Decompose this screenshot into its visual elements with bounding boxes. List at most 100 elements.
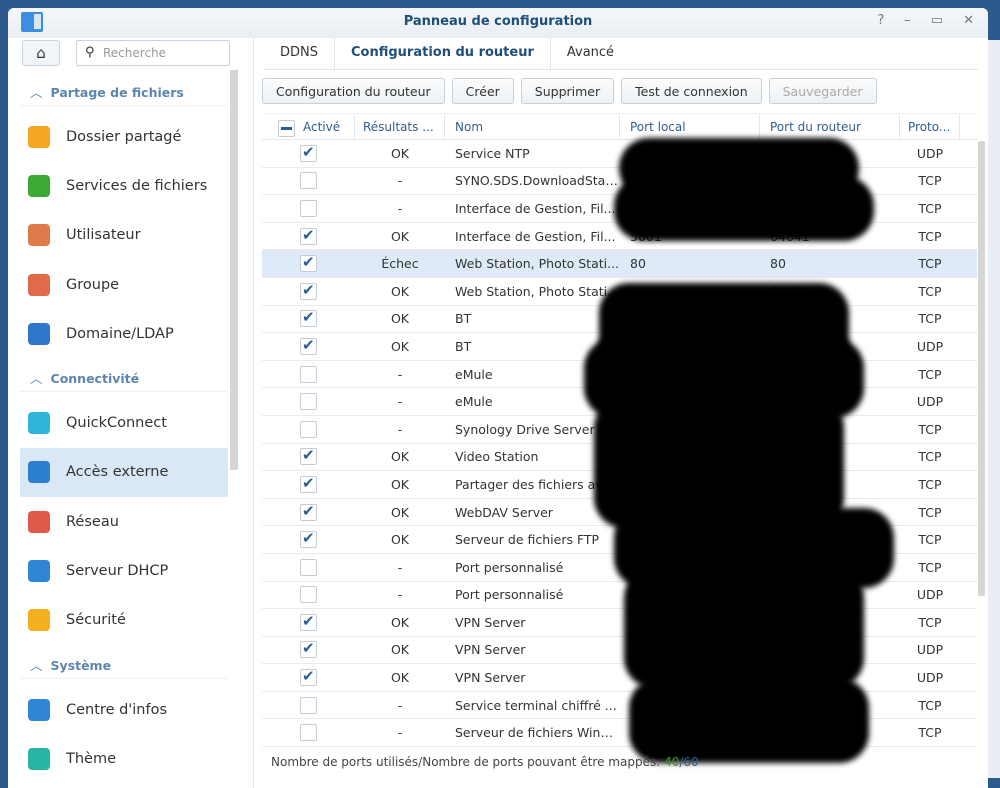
tab[interactable]: Configuration du routeur [335,38,551,69]
toolbar-button[interactable]: Créer [451,78,514,104]
sidebar-item[interactable]: Serveur DHCP [20,546,228,595]
name-cell: Port personnalisé [455,559,564,575]
security-shield-icon [28,609,50,632]
external-access-icon [28,461,50,484]
enabled-checkbox[interactable] [300,667,317,687]
select-all-checkbox[interactable] [278,120,295,137]
enabled-checkbox[interactable] [300,143,317,162]
sidebar-item[interactable]: Thème [20,734,228,783]
help-button[interactable]: ? [877,13,884,28]
enabled-checkbox[interactable] [300,724,317,742]
table-row[interactable]: - Serveur de fichiers Wind... TCP [262,719,977,748]
close-button[interactable]: ✕ [963,13,974,28]
ports-total: /60 [679,755,699,769]
chevron-up-icon: ︿ [30,657,43,673]
name-cell: Service terminal chiffré ... [455,697,617,713]
enabled-checkbox[interactable] [300,420,317,438]
protocol-cell: TCP [918,200,942,216]
toolbar-button[interactable]: Configuration du routeur [262,78,445,104]
section-header[interactable]: ︿ Connectivité [20,358,228,393]
toolbar-button[interactable]: Supprimer [520,78,615,104]
enabled-checkbox[interactable] [300,199,317,217]
enabled-checkbox[interactable] [300,365,317,383]
enabled-checkbox[interactable] [300,281,317,300]
header-enabled[interactable]: Activé [262,114,355,139]
toolbar-button[interactable]: Test de connexion [621,78,762,104]
tab[interactable]: Avancé [551,38,630,69]
result-cell: OK [390,228,410,244]
enabled-checkbox[interactable] [300,696,317,714]
enabled-checkbox[interactable] [300,226,317,245]
header-local-port[interactable]: Port local [620,114,760,139]
enabled-checkbox[interactable] [300,502,317,521]
home-button[interactable]: ⌂ [22,40,60,66]
tab[interactable]: DDNS [264,38,335,69]
search-input[interactable]: ⚲ Recherche [76,40,230,66]
table-scrollbar[interactable] [978,141,985,596]
result-cell: OK [390,283,410,299]
sidebar-item[interactable]: Centre d'infos [20,685,228,734]
enabled-checkbox[interactable] [300,586,317,604]
protocol-cell: TCP [918,449,942,465]
chevron-up-icon: ︿ [30,371,43,387]
tab-bar: DDNS Configuration du routeur Avancé [264,38,978,70]
sidebar-item[interactable]: Services de fichiers [20,161,228,210]
sidebar-item[interactable]: Sécurité [20,596,228,645]
home-icon: ⌂ [36,44,46,62]
header-results[interactable]: Résultats ... [355,114,445,139]
table-row[interactable]: OK VPN Server UDP [262,664,977,692]
table-row[interactable]: OK VPN Server UDP [262,637,977,665]
header-protocol[interactable]: Proto... [900,114,960,139]
table-row[interactable]: - Service terminal chiffré ... TCP [262,692,977,720]
enabled-checkbox[interactable] [300,393,317,411]
protocol-cell: TCP [918,725,942,741]
enabled-checkbox[interactable] [300,446,317,466]
result-cell: OK [390,476,410,492]
domain-ldap-icon [28,322,50,345]
enabled-checkbox[interactable] [300,474,317,493]
window-title: Panneau de configuration [403,14,593,29]
sidebar-item[interactable]: Dossier partagé [20,112,228,161]
header-router-port[interactable]: Port du routeur [760,114,900,139]
enabled-checkbox[interactable] [300,612,317,631]
sidebar-item[interactable]: QuickConnect [20,398,228,447]
title-bar: Panneau de configuration ? – ▭ ✕ [8,8,988,38]
section-header[interactable]: ︿ Système [20,645,228,679]
router-port-cell: 80 [770,256,786,272]
dhcp-server-icon [28,560,50,583]
result-cell: - [397,559,403,575]
sidebar-item[interactable]: Groupe [20,260,228,309]
enabled-checkbox[interactable] [300,529,317,549]
sidebar-item[interactable]: Accès externe [20,447,228,498]
protocol-cell: UDP [916,145,944,161]
section-header[interactable]: ︿ Partage de fichiers [20,72,228,106]
table-row[interactable]: Échec Web Station, Photo Stati... 80 80 … [262,250,977,278]
protocol-cell: TCP [918,532,942,548]
enabled-checkbox[interactable] [300,558,317,576]
enabled-checkbox[interactable] [300,172,317,190]
result-cell: OK [390,614,410,630]
info-icon [28,698,50,721]
name-cell: Serveur de fichiers FTP [455,532,600,548]
sidebar-item[interactable]: Domaine/LDAP [20,309,228,358]
protocol-cell: TCP [918,311,942,327]
header-name[interactable]: Nom [445,114,620,139]
toolbar: Configuration du routeur Créer Supprimer Te… [262,78,877,104]
enabled-checkbox[interactable] [300,308,317,328]
result-cell: OK [390,642,410,658]
result-cell: Échec [381,256,419,272]
group-icon [28,273,50,296]
table-row[interactable]: OK VPN Server TCP [262,609,977,637]
enabled-checkbox[interactable] [300,253,317,273]
sidebar-scrollbar[interactable] [230,70,238,470]
name-cell: Service NTP [455,145,530,161]
sidebar-item[interactable]: Utilisateur [20,211,228,260]
maximize-button[interactable]: ▭ [931,13,943,28]
sidebar-item[interactable]: Réseau [20,497,228,546]
enabled-checkbox[interactable] [300,336,317,355]
result-cell: OK [390,145,410,161]
enabled-checkbox[interactable] [300,639,317,659]
toolbar-button[interactable]: Sauvegarder [768,78,877,104]
minimize-button[interactable]: – [904,13,911,28]
name-cell: Interface de Gestion, Fil... [455,228,616,244]
